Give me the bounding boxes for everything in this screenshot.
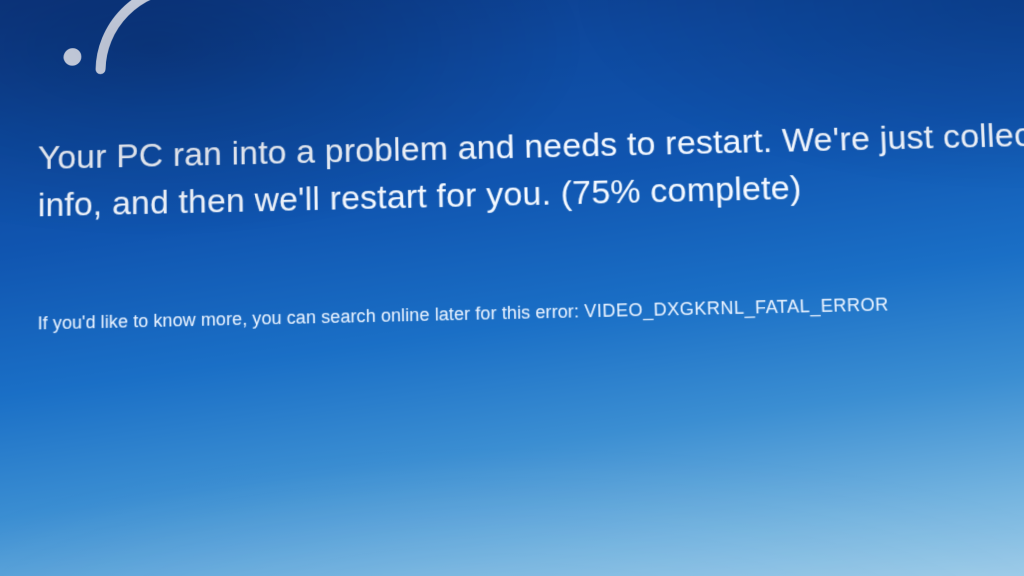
bsod-content: Your PC ran into a problem and needs to …: [38, 0, 1024, 334]
bsod-message: Your PC ran into a problem and needs to …: [38, 0, 1024, 230]
bsod-message-line2-suffix: % complete): [610, 169, 802, 211]
bsod-detail-prefix: If you'd like to know more, you can sear…: [38, 301, 585, 333]
bsod-message-line2-prefix: info, and then we'll restart for you. (: [38, 175, 573, 225]
bsod-screen: Your PC ran into a problem and needs to …: [1, 0, 1024, 576]
bsod-progress-percent: 75: [572, 174, 611, 212]
sad-face-icon: [64, 0, 186, 101]
bsod-error-code: VIDEO_DXGKRNL_FATAL_ERROR: [584, 294, 889, 321]
